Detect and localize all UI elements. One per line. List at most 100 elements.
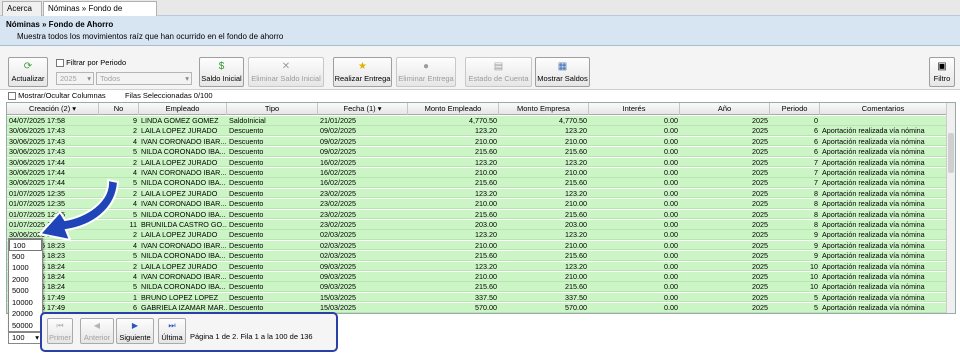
year-select[interactable]: 2025 ▾ [56,72,94,85]
cell-ano: 2025 [752,220,768,229]
column-header-periodo[interactable]: Periodo [770,103,820,115]
chevron-down-icon: ▾ [87,74,91,83]
cell-fecha: 09/02/2025 [320,136,356,146]
account-statement-button[interactable]: ▤ Estado de Cuenta [465,57,532,87]
last-page-button[interactable]: ⏭ Última [158,318,186,344]
table-row[interactable]: 01/07/2025 12:35 11 BRUNILDA CASTRO GO... D… [7,220,947,230]
table-row[interactable]: 30/06/2025 18:234IVAN CORONADO IBAR...De… [7,240,947,251]
cell-monto-empleado: 215.60 [475,178,497,188]
table-row[interactable]: 30/06/2025 18:245NILDA CORONADO IBA...De… [7,282,947,293]
filter-period-checkbox[interactable]: Filtrar por Periodo [56,58,126,68]
dollar-icon: $ [218,61,225,72]
cell-empleado: LAILA LOPEZ JURADO [141,126,218,136]
cell-ano: 2025 [752,126,768,136]
show-hide-columns-toggle[interactable]: Mostrar/Ocultar Columnas [8,91,106,101]
refresh-button[interactable]: ⟳ Actualizar [8,57,48,87]
table-row[interactable]: 30/06/2025 18:242LAILA LOPEZ JURADODescu… [7,261,947,272]
page-size-option[interactable]: 2000 [9,274,42,286]
table-row[interactable]: 30/06/2025 17:44 5 NILDA CORONADO IBA... De… [7,178,947,189]
cell-empleado: NILDA CORONADO IBA... [141,147,226,157]
table-row[interactable]: 30/06/2025 18:244IVAN CORONADO IBAR...De… [7,272,947,282]
page-size-select[interactable]: 100 ▾ [8,332,42,344]
initial-balance-button[interactable]: $ Saldo Inicial [199,57,244,87]
next-page-button[interactable]: ▶ Siguiente [116,318,154,344]
delete-initial-balance-button[interactable]: ✕ Eliminar Saldo Inicial [248,57,324,87]
page-size-option[interactable]: 50000 [9,320,42,332]
checkbox-icon [8,92,16,101]
table-row[interactable]: 30/06/2025 18:235NILDA CORONADO IBA...De… [7,251,947,261]
filter-icon: ▣ [937,61,947,72]
page-size-dropdown[interactable]: 100 500 1000 2000 5000 10000 20000 50000 [8,238,43,332]
cell-ano: 2025 [752,272,768,281]
column-header-fecha[interactable]: Fecha (1) ▾ [318,103,408,115]
table-row[interactable]: 30/06/2025 17:491BRUNO LOPEZ LOPEZDescue… [7,292,947,303]
cell-interes: 0.00 [664,272,678,281]
cell-comentarios [822,116,947,125]
cell-comentarios: Aportación realizada vía nómina [822,251,925,261]
cell-monto-empresa: 210.00 [565,199,587,209]
table-row[interactable]: 04/07/2025 17:58 9 LINDA GOMEZ GOMEZ SaldoI… [7,116,947,126]
page-size-option[interactable]: 5000 [9,285,42,297]
column-header-interes[interactable]: Interés [589,103,680,115]
cell-tipo: Descuento [229,126,264,136]
cell-empleado: LAILA LOPEZ JURADO [141,261,218,271]
column-header-monto-empleado[interactable]: Monto Empleado [408,103,499,115]
cell-periodo: 0 [814,116,818,125]
cell-monto-empresa: 4,770.50 [559,116,587,125]
column-header-monto-empresa[interactable]: Monto Empresa [499,103,589,115]
show-balances-button[interactable]: ▦ Mostrar Saldos [535,57,590,87]
column-header-tipo[interactable]: Tipo [227,103,318,115]
cell-comentarios: Aportación realizada vía nómina [822,282,925,292]
cell-tipo: Descuento [229,303,264,313]
cell-periodo: 10 [810,261,818,271]
table-row[interactable]: 30/06/2025 17:43 2 LAILA LOPEZ JURADO Descu… [7,126,947,137]
cell-monto-empleado: 123.20 [475,188,497,198]
tab-fondo-de-ahorro[interactable]: Nóminas » Fondo de Ahorro× [43,1,157,27]
table-row[interactable]: 01/07/2025 12:35 4 IVAN CORONADO IBAR... De… [7,199,947,209]
cell-fecha: 09/03/2025 [320,282,356,292]
column-header-comentarios[interactable]: Comentarios [820,103,947,115]
table-row[interactable]: 01/07/2025 12:35 2 LAILA LOPEZ JURADO Descu… [7,188,947,199]
cell-monto-empresa: 215.60 [565,209,587,219]
cell-fecha: 02/03/2025 [320,230,356,240]
scrollbar-thumb[interactable] [948,133,954,173]
page-size-option[interactable]: 1000 [9,262,42,274]
page-size-option[interactable]: 20000 [9,308,42,320]
delete-delivery-button[interactable]: ● Eliminar Entrega [396,57,456,87]
cell-empleado: IVAN CORONADO IBAR... [141,136,227,146]
period-select[interactable]: Todos ▾ [96,72,192,85]
cell-periodo: 6 [814,136,818,146]
column-header-no[interactable]: No [99,103,139,115]
cell-ano: 2025 [752,303,768,313]
column-header-empleado[interactable]: Empleado [139,103,227,115]
cell-interes: 0.00 [664,188,678,198]
table-row[interactable]: 30/06/2025 17:44 4 IVAN CORONADO IBAR... De… [7,168,947,178]
table-row[interactable]: 30/06/2025 17:43 4 IVAN CORONADO IBAR... De… [7,136,947,147]
table-row[interactable]: 30/06/2025 18:23 2 LAILA LOPEZ JURADO Descu… [7,230,947,241]
tab-acerca-de[interactable]: Acerca de [2,1,42,27]
page-size-option[interactable]: 500 [9,251,42,263]
cell-ano: 2025 [752,230,768,240]
table-row[interactable]: 01/07/2025 12:35 5 NILDA CORONADO IBA... De… [7,209,947,220]
cell-tipo: Descuento [229,199,264,209]
cell-monto-empleado: 215.60 [475,147,497,157]
cell-monto-empleado: 210.00 [475,199,497,209]
vertical-scrollbar[interactable] [946,103,955,313]
cell-fecha: 23/02/2025 [320,220,356,229]
cell-interes: 0.00 [664,147,678,157]
cell-empleado: BRUNO LOPEZ LOPEZ [141,292,219,302]
sort-desc-icon: ▾ [72,104,77,113]
cell-monto-empresa: 123.20 [565,230,587,240]
column-header-creacion[interactable]: Creación (2) ▾ [7,103,99,115]
table-row[interactable]: 30/06/2025 17:43 5 NILDA CORONADO IBA... De… [7,147,947,157]
previous-page-button[interactable]: ◀ Anterior [80,318,114,344]
table-row[interactable]: 30/06/2025 17:44 2 LAILA LOPEZ JURADO Descu… [7,157,947,168]
first-page-button[interactable]: ⏮ Primer [47,318,73,344]
column-header-ano[interactable]: Año [680,103,770,115]
delete-icon: ✕ [281,61,291,72]
page-size-option[interactable]: 10000 [9,297,42,309]
grid-options-bar: Mostrar/Ocultar Columnas Filas Seleccion… [0,90,960,102]
filter-button[interactable]: ▣ Filtro [929,57,955,87]
make-delivery-button[interactable]: ★ Realizar Entrega [333,57,392,87]
annotation-arrow [38,178,120,242]
